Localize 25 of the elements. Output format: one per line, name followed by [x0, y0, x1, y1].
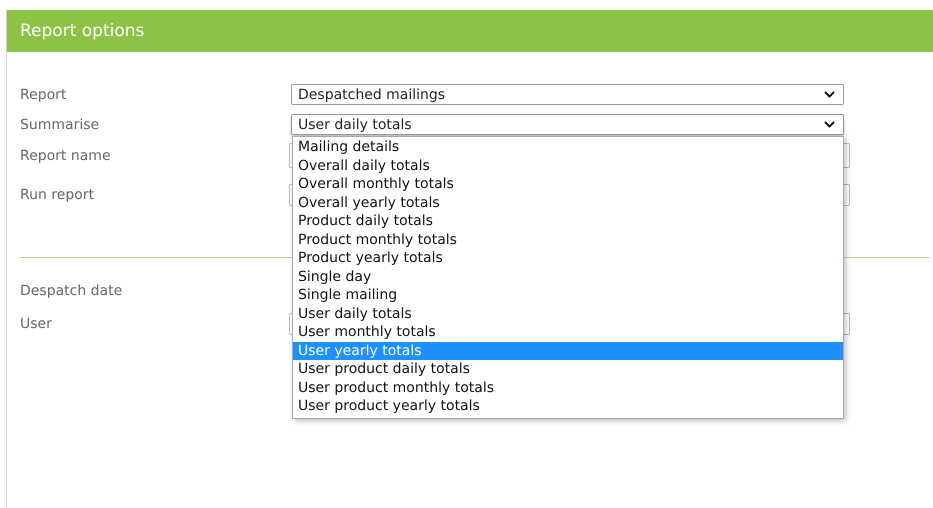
dropdown-option[interactable]: User product yearly totals	[293, 397, 843, 416]
dropdown-option[interactable]: Product yearly totals	[293, 249, 843, 268]
dropdown-option[interactable]: Product daily totals	[293, 212, 843, 230]
panel-title: Report options	[20, 21, 144, 41]
chevron-down-icon	[824, 91, 835, 98]
dropdown-option[interactable]: Overall yearly totals	[293, 194, 843, 212]
field-label: Despatch date	[20, 282, 124, 298]
field-label: User	[20, 316, 53, 332]
dropdown-option[interactable]: Overall monthly totals	[293, 175, 843, 194]
dropdown-option[interactable]: User monthly totals	[293, 323, 843, 342]
dropdown-option[interactable]: Mailing details	[293, 138, 843, 156]
chevron-down-icon	[824, 121, 835, 128]
dropdown-option[interactable]: Product monthly totals	[293, 230, 843, 249]
field-label: Report	[20, 86, 68, 102]
dropdown-option[interactable]: Single day	[293, 268, 843, 286]
field-label: Report name	[20, 148, 112, 164]
select-dropdown[interactable]: User daily totals	[291, 114, 844, 135]
dropdown-option[interactable]: Overall daily totals	[293, 156, 843, 175]
field-label: Summarise	[20, 116, 100, 132]
dropdown-option[interactable]: User product daily totals	[293, 360, 843, 378]
dropdown-option[interactable]: User product monthly totals	[293, 378, 843, 397]
field-label: Run report	[20, 187, 96, 203]
select-dropdown[interactable]: Despatched mailings	[291, 84, 844, 105]
dropdown-option[interactable]: Single mailing	[293, 286, 843, 304]
dropdown-option[interactable]: User daily totals	[293, 304, 843, 323]
